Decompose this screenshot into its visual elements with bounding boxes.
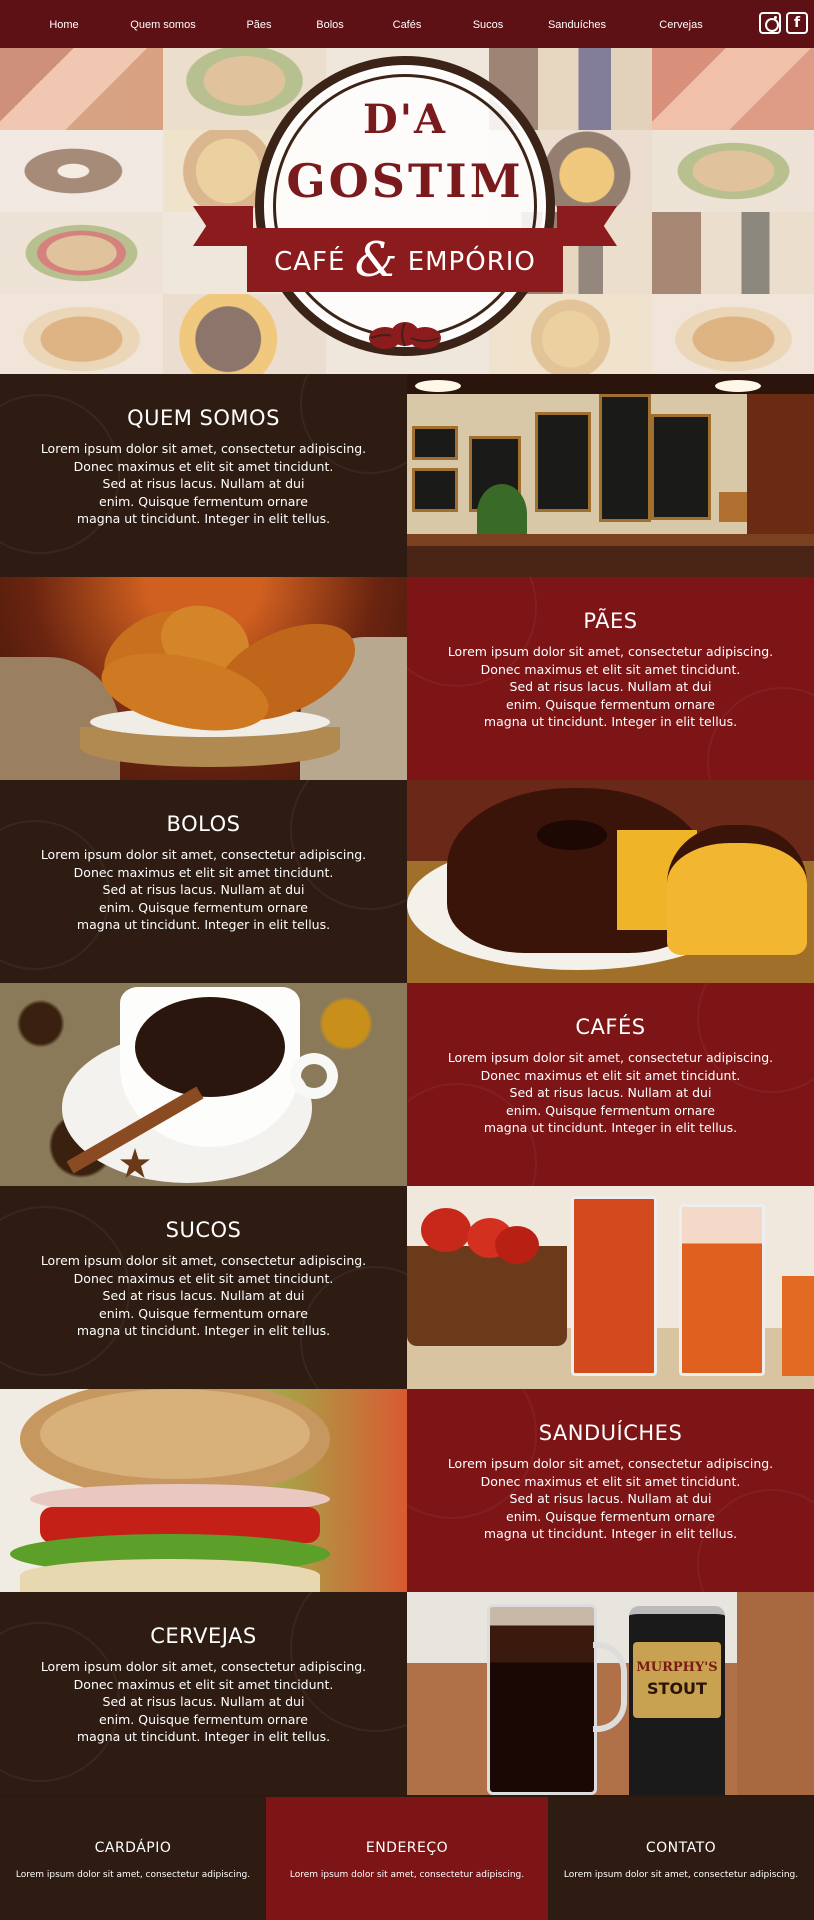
juice-photo-tile [0,48,163,130]
footer-title: CARDÁPIO [94,1840,172,1856]
text-panel: CERVEJAS Lorem ipsum dolor sit amet, con… [0,1592,407,1795]
section-bolos: BOLOS Lorem ipsum dolor sit amet, consec… [0,780,814,983]
section-body: Lorem ipsum dolor sit amet, consectetur … [447,644,774,729]
coffee-cup-photo [0,983,407,1186]
can-type-label: STOUT [647,1679,707,1698]
section-body: Lorem ipsum dolor sit amet, consectetur … [447,1456,774,1541]
beer-photo-tile [652,212,814,294]
juice-glasses-photo [407,1186,814,1389]
footer-col-endereco[interactable]: ENDEREÇO Lorem ipsum dolor sit amet, con… [266,1797,548,1920]
section-body: Lorem ipsum dolor sit amet, consectetur … [40,441,367,526]
section-cervejas: CERVEJAS Lorem ipsum dolor sit amet, con… [0,1592,814,1795]
nav-link-bolos[interactable]: Bolos [316,0,344,48]
sandwich-photo-tile [652,130,814,212]
nav-link-quem-somos[interactable]: Quem somos [130,0,195,48]
top-nav: Home Quem somos Pães Bolos Cafés Sucos S… [0,0,814,48]
nav-link-sanduiches[interactable]: Sanduíches [548,0,606,48]
can-brand-label: MURPHY'S [636,1660,718,1675]
text-panel: SUCOS Lorem ipsum dolor sit amet, consec… [0,1186,407,1389]
croissant-photo-tile [652,294,814,374]
section-cafes: CAFÉS Lorem ipsum dolor sit amet, consec… [0,983,814,1186]
footer-text: Lorem ipsum dolor sit amet, consectetur … [289,1870,525,1880]
section-sanduiches: SANDUÍCHES Lorem ipsum dolor sit amet, c… [0,1389,814,1592]
beer-photo: MURPHY'S STOUT [407,1592,814,1795]
chocolate-cake-photo [407,780,814,983]
nav-link-paes[interactable]: Pães [246,0,271,48]
nav-link-home[interactable]: Home [49,0,78,48]
logo-text-main: GOSTIM [286,154,524,208]
text-panel: QUEM SOMOS Lorem ipsum dolor sit amet, c… [0,374,407,577]
text-panel: SANDUÍCHES Lorem ipsum dolor sit amet, c… [407,1389,814,1592]
ribbon-tail-left [193,206,253,246]
text-panel: BOLOS Lorem ipsum dolor sit amet, consec… [0,780,407,983]
ribbon-text-emporio: EMPÓRIO [407,247,536,277]
text-panel: CAFÉS Lorem ipsum dolor sit amet, consec… [407,983,814,1186]
section-title: SANDUÍCHES [538,1421,683,1445]
section-body: Lorem ipsum dolor sit amet, consectetur … [447,1050,774,1135]
footer-title: ENDEREÇO [365,1840,449,1856]
juice-photo-tile [652,48,814,130]
hero-banner: D'A GOSTIM CAFÉ & EMPÓRIO [0,48,814,374]
brand-logo[interactable]: D'A GOSTIM CAFÉ & EMPÓRIO [193,50,617,370]
instagram-icon[interactable] [759,12,781,34]
section-title: SUCOS [165,1218,242,1242]
section-title: PÃES [583,609,638,633]
nav-link-sucos[interactable]: Sucos [473,0,504,48]
coffee-beans-icon [369,322,441,349]
section-title: QUEM SOMOS [127,406,280,430]
section-sucos: SUCOS Lorem ipsum dolor sit amet, consec… [0,1186,814,1389]
footer-title: CONTATO [645,1840,717,1856]
text-panel: PÃES Lorem ipsum dolor sit amet, consect… [407,577,814,780]
section-quem-somos: QUEM SOMOS Lorem ipsum dolor sit amet, c… [0,374,814,577]
nav-link-cervejas[interactable]: Cervejas [659,0,702,48]
coffee-photo-tile [0,130,163,212]
section-title: CERVEJAS [150,1624,257,1648]
section-paes: PÃES Lorem ipsum dolor sit amet, consect… [0,577,814,780]
footer-text: Lorem ipsum dolor sit amet, consectetur … [563,1870,799,1880]
footer-col-contato[interactable]: CONTATO Lorem ipsum dolor sit amet, cons… [548,1797,814,1920]
section-body: Lorem ipsum dolor sit amet, consectetur … [40,1659,367,1744]
section-title: CAFÉS [575,1015,646,1039]
croissant-photo-tile [0,294,163,374]
ribbon-text-cafe: CAFÉ [274,247,346,277]
footer-col-cardapio[interactable]: CARDÁPIO Lorem ipsum dolor sit amet, con… [0,1797,266,1920]
sandwich-photo [0,1389,407,1592]
sandwich-photo-tile [0,212,163,294]
section-title: BOLOS [166,812,241,836]
nav-link-cafes[interactable]: Cafés [393,0,422,48]
ribbon-ampersand: & [354,232,399,288]
cafe-interior-photo [407,374,814,577]
section-body: Lorem ipsum dolor sit amet, consectetur … [40,1253,367,1338]
footer-text: Lorem ipsum dolor sit amet, consectetur … [15,1870,251,1880]
facebook-icon[interactable]: f [786,12,808,34]
logo-ribbon: CAFÉ & EMPÓRIO [247,228,563,292]
logo-text-top: D'A [363,96,447,143]
section-body: Lorem ipsum dolor sit amet, consectetur … [40,847,367,932]
croissant-photo [0,577,407,780]
